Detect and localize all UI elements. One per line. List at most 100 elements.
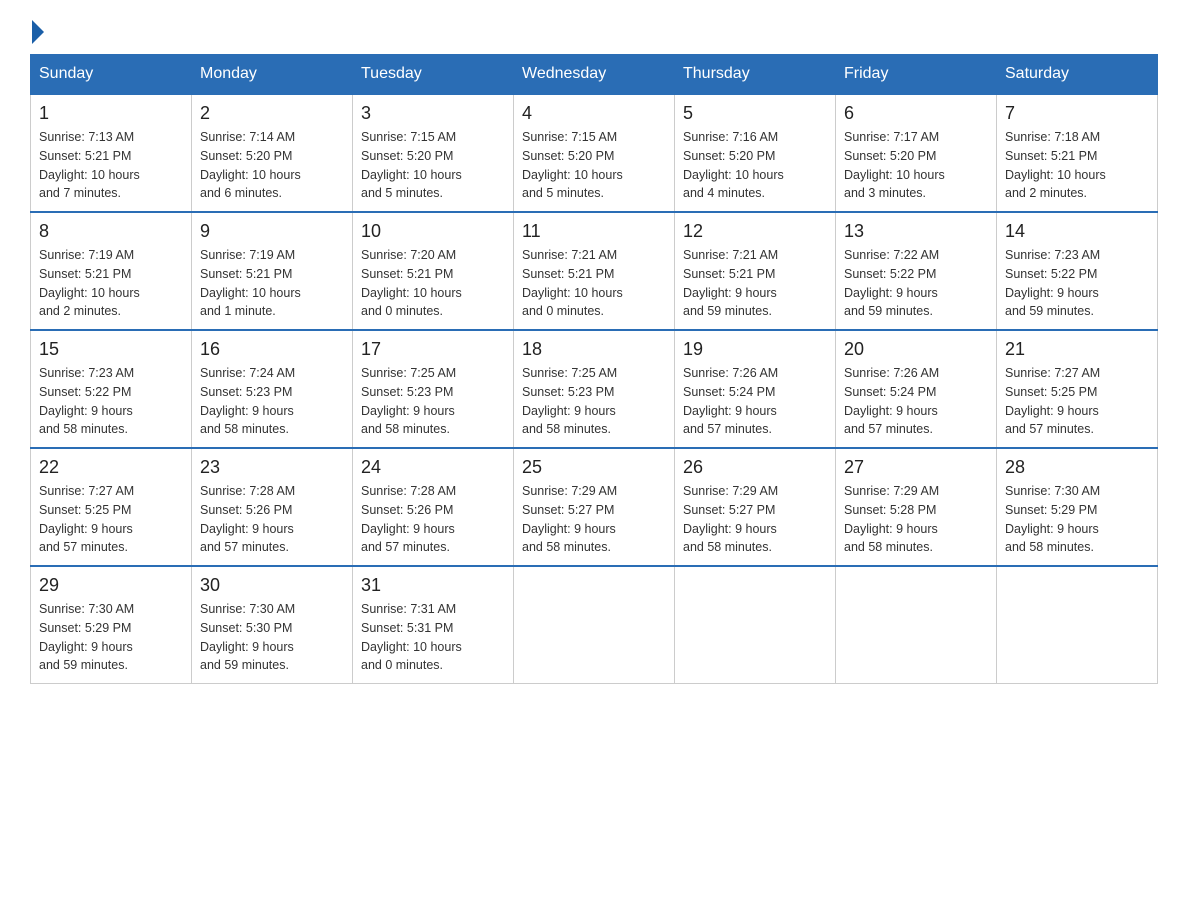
calendar-week-row: 15 Sunrise: 7:23 AM Sunset: 5:22 PM Dayli… [31, 330, 1158, 448]
day-number: 25 [522, 457, 666, 478]
calendar-day-cell: 2Sunrise: 7:14 AM Sunset: 5:20 PM Daylig… [192, 94, 353, 212]
day-number: 15 [39, 339, 183, 360]
day-number: 8 [39, 221, 183, 242]
calendar-day-cell: 4 Sunrise: 7:15 AM Sunset: 5:20 PM Daylig… [514, 94, 675, 212]
day-info: Sunrise: 7:27 AM Sunset: 5:25 PM Dayligh… [1005, 364, 1149, 439]
day-number: 1 [39, 103, 183, 124]
day-info: Sunrise: 7:26 AM Sunset: 5:24 PM Dayligh… [844, 364, 988, 439]
weekday-header-row: SundayMondayTuesdayWednesdayThursdayFrid… [31, 55, 1158, 95]
day-number: 26 [683, 457, 827, 478]
day-number: 24 [361, 457, 505, 478]
weekday-header-saturday: Saturday [997, 55, 1158, 95]
calendar-day-cell: 18 Sunrise: 7:25 AM Sunset: 5:23 PM Dayli… [514, 330, 675, 448]
day-number: 10 [361, 221, 505, 242]
weekday-header-thursday: Thursday [675, 55, 836, 95]
calendar-day-cell: 16 Sunrise: 7:24 AM Sunset: 5:23 PM Dayli… [192, 330, 353, 448]
empty-cell [514, 566, 675, 684]
day-number: 4 [522, 103, 666, 124]
day-info: Sunrise: 7:27 AM Sunset: 5:25 PM Dayligh… [39, 482, 183, 557]
day-info: Sunrise: 7:22 AM Sunset: 5:22 PM Dayligh… [844, 246, 988, 321]
calendar-day-cell: 19 Sunrise: 7:26 AM Sunset: 5:24 PM Dayli… [675, 330, 836, 448]
day-info: Sunrise: 7:15 AM Sunset: 5:20 PM Dayligh… [522, 128, 666, 203]
calendar-day-cell: 14 Sunrise: 7:23 AM Sunset: 5:22 PM Dayli… [997, 212, 1158, 330]
day-info: Sunrise: 7:28 AM Sunset: 5:26 PM Dayligh… [361, 482, 505, 557]
day-info: Sunrise: 7:21 AM Sunset: 5:21 PM Dayligh… [683, 246, 827, 321]
calendar-day-cell: 29Sunrise: 7:30 AM Sunset: 5:29 PM Dayli… [31, 566, 192, 684]
day-number: 12 [683, 221, 827, 242]
day-info: Sunrise: 7:26 AM Sunset: 5:24 PM Dayligh… [683, 364, 827, 439]
day-number: 18 [522, 339, 666, 360]
day-number: 27 [844, 457, 988, 478]
day-info: Sunrise: 7:29 AM Sunset: 5:27 PM Dayligh… [683, 482, 827, 557]
day-info: Sunrise: 7:30 AM Sunset: 5:29 PM Dayligh… [1005, 482, 1149, 557]
calendar-day-cell: 12 Sunrise: 7:21 AM Sunset: 5:21 PM Dayli… [675, 212, 836, 330]
page-header [30, 20, 1158, 44]
calendar-day-cell: 9 Sunrise: 7:19 AM Sunset: 5:21 PM Daylig… [192, 212, 353, 330]
calendar-day-cell: 1 Sunrise: 7:13 AM Sunset: 5:21 PM Daylig… [31, 94, 192, 212]
day-info: Sunrise: 7:30 AM Sunset: 5:30 PM Dayligh… [200, 600, 344, 675]
day-number: 29 [39, 575, 183, 596]
day-number: 3 [361, 103, 505, 124]
day-number: 20 [844, 339, 988, 360]
calendar-day-cell: 13 Sunrise: 7:22 AM Sunset: 5:22 PM Dayli… [836, 212, 997, 330]
day-info: Sunrise: 7:17 AM Sunset: 5:20 PM Dayligh… [844, 128, 988, 203]
day-info: Sunrise: 7:13 AM Sunset: 5:21 PM Dayligh… [39, 128, 183, 203]
calendar-day-cell: 17Sunrise: 7:25 AM Sunset: 5:23 PM Dayli… [353, 330, 514, 448]
day-info: Sunrise: 7:19 AM Sunset: 5:21 PM Dayligh… [200, 246, 344, 321]
day-info: Sunrise: 7:16 AM Sunset: 5:20 PM Dayligh… [683, 128, 827, 203]
day-info: Sunrise: 7:23 AM Sunset: 5:22 PM Dayligh… [1005, 246, 1149, 321]
calendar-day-cell: 8 Sunrise: 7:19 AM Sunset: 5:21 PM Daylig… [31, 212, 192, 330]
calendar-day-cell: 22Sunrise: 7:27 AM Sunset: 5:25 PM Dayli… [31, 448, 192, 566]
calendar-day-cell: 21 Sunrise: 7:27 AM Sunset: 5:25 PM Dayli… [997, 330, 1158, 448]
day-number: 19 [683, 339, 827, 360]
day-info: Sunrise: 7:29 AM Sunset: 5:27 PM Dayligh… [522, 482, 666, 557]
day-number: 11 [522, 221, 666, 242]
day-number: 16 [200, 339, 344, 360]
day-number: 23 [200, 457, 344, 478]
weekday-header-wednesday: Wednesday [514, 55, 675, 95]
day-info: Sunrise: 7:24 AM Sunset: 5:23 PM Dayligh… [200, 364, 344, 439]
day-number: 13 [844, 221, 988, 242]
day-info: Sunrise: 7:19 AM Sunset: 5:21 PM Dayligh… [39, 246, 183, 321]
calendar-day-cell: 28 Sunrise: 7:30 AM Sunset: 5:29 PM Dayli… [997, 448, 1158, 566]
day-number: 28 [1005, 457, 1149, 478]
calendar-day-cell: 5Sunrise: 7:16 AM Sunset: 5:20 PM Daylig… [675, 94, 836, 212]
empty-cell [997, 566, 1158, 684]
calendar-day-cell: 26 Sunrise: 7:29 AM Sunset: 5:27 PM Dayli… [675, 448, 836, 566]
calendar-day-cell: 30 Sunrise: 7:30 AM Sunset: 5:30 PM Dayli… [192, 566, 353, 684]
day-number: 14 [1005, 221, 1149, 242]
day-info: Sunrise: 7:23 AM Sunset: 5:22 PM Dayligh… [39, 364, 183, 439]
day-number: 6 [844, 103, 988, 124]
calendar-week-row: 8 Sunrise: 7:19 AM Sunset: 5:21 PM Daylig… [31, 212, 1158, 330]
calendar-day-cell: 24 Sunrise: 7:28 AM Sunset: 5:26 PM Dayli… [353, 448, 514, 566]
day-info: Sunrise: 7:21 AM Sunset: 5:21 PM Dayligh… [522, 246, 666, 321]
calendar-day-cell: 31Sunrise: 7:31 AM Sunset: 5:31 PM Dayli… [353, 566, 514, 684]
empty-cell [675, 566, 836, 684]
calendar-day-cell: 23 Sunrise: 7:28 AM Sunset: 5:26 PM Dayli… [192, 448, 353, 566]
day-info: Sunrise: 7:15 AM Sunset: 5:20 PM Dayligh… [361, 128, 505, 203]
calendar-day-cell: 11 Sunrise: 7:21 AM Sunset: 5:21 PM Dayli… [514, 212, 675, 330]
day-number: 9 [200, 221, 344, 242]
logo [30, 20, 46, 44]
calendar-day-cell: 6 Sunrise: 7:17 AM Sunset: 5:20 PM Daylig… [836, 94, 997, 212]
day-info: Sunrise: 7:25 AM Sunset: 5:23 PM Dayligh… [522, 364, 666, 439]
calendar-day-cell: 27Sunrise: 7:29 AM Sunset: 5:28 PM Dayli… [836, 448, 997, 566]
calendar-day-cell: 20 Sunrise: 7:26 AM Sunset: 5:24 PM Dayli… [836, 330, 997, 448]
calendar-day-cell: 15 Sunrise: 7:23 AM Sunset: 5:22 PM Dayli… [31, 330, 192, 448]
day-info: Sunrise: 7:25 AM Sunset: 5:23 PM Dayligh… [361, 364, 505, 439]
day-number: 31 [361, 575, 505, 596]
day-number: 21 [1005, 339, 1149, 360]
calendar-week-row: 29Sunrise: 7:30 AM Sunset: 5:29 PM Dayli… [31, 566, 1158, 684]
logo-arrow-icon [32, 20, 44, 44]
calendar-week-row: 1 Sunrise: 7:13 AM Sunset: 5:21 PM Daylig… [31, 94, 1158, 212]
calendar-week-row: 22Sunrise: 7:27 AM Sunset: 5:25 PM Dayli… [31, 448, 1158, 566]
weekday-header-tuesday: Tuesday [353, 55, 514, 95]
calendar-day-cell: 7Sunrise: 7:18 AM Sunset: 5:21 PM Daylig… [997, 94, 1158, 212]
weekday-header-monday: Monday [192, 55, 353, 95]
day-info: Sunrise: 7:28 AM Sunset: 5:26 PM Dayligh… [200, 482, 344, 557]
day-number: 30 [200, 575, 344, 596]
day-number: 7 [1005, 103, 1149, 124]
day-info: Sunrise: 7:14 AM Sunset: 5:20 PM Dayligh… [200, 128, 344, 203]
weekday-header-friday: Friday [836, 55, 997, 95]
weekday-header-sunday: Sunday [31, 55, 192, 95]
